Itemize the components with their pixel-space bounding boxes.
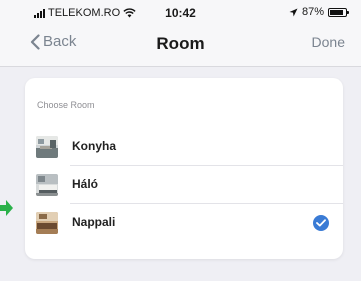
room-option-konyha[interactable]: Konyha bbox=[25, 128, 343, 166]
pointer-arrow-icon bbox=[0, 200, 13, 216]
battery-fill bbox=[330, 9, 343, 15]
checkmark-icon bbox=[313, 215, 329, 231]
section-header: Choose Room bbox=[37, 100, 95, 110]
battery-percent: 87% bbox=[301, 6, 324, 18]
page-title: Room bbox=[156, 34, 205, 53]
done-button[interactable]: Done bbox=[312, 34, 345, 50]
room-name: Háló bbox=[72, 177, 99, 191]
room-name: Nappali bbox=[72, 215, 116, 229]
battery-status: 87% bbox=[289, 6, 349, 18]
bedroom-photo-icon bbox=[36, 174, 58, 196]
room-option-halo[interactable]: Háló bbox=[25, 166, 343, 204]
kitchen-photo-icon bbox=[36, 136, 58, 158]
battery-icon bbox=[328, 7, 349, 17]
room-name: Konyha bbox=[72, 139, 117, 153]
room-option-nappali[interactable]: Nappali bbox=[25, 204, 343, 242]
location-arrow-icon bbox=[289, 8, 298, 16]
navigation-bar: Back Room Done bbox=[0, 26, 361, 67]
status-bar: TELEKOM.RO 10:42 87% bbox=[0, 0, 361, 26]
room-list-card: Choose Room Konyha Háló Nappali bbox=[25, 78, 343, 259]
living-room-photo-icon bbox=[36, 212, 58, 234]
